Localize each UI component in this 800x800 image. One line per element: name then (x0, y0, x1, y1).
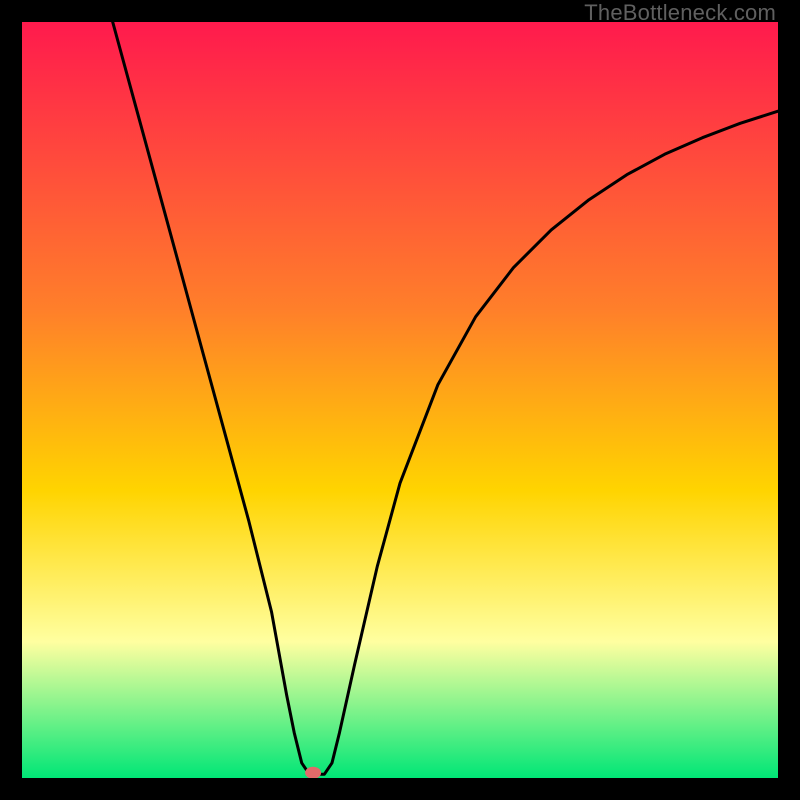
chart-frame (22, 22, 778, 778)
chart-svg (22, 22, 778, 778)
plot-area (22, 22, 778, 778)
gradient-background (22, 22, 778, 778)
watermark-text: TheBottleneck.com (584, 0, 776, 26)
